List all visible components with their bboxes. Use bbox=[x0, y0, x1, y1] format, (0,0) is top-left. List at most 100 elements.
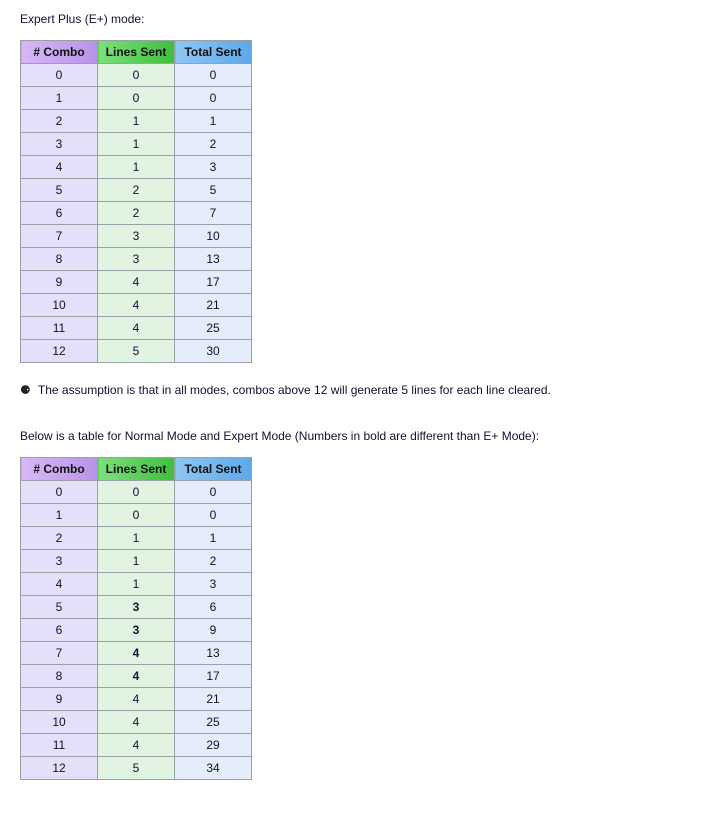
cell-total: 13 bbox=[175, 642, 252, 665]
cell-lines: 4 bbox=[98, 734, 175, 757]
cell-total: 1 bbox=[175, 527, 252, 550]
table-row: 7310 bbox=[21, 225, 252, 248]
cell-lines: 2 bbox=[98, 179, 175, 202]
table-row: 11425 bbox=[21, 317, 252, 340]
cell-total: 25 bbox=[175, 711, 252, 734]
table-row: 10421 bbox=[21, 294, 252, 317]
cell-lines: 0 bbox=[98, 504, 175, 527]
cell-combo: 11 bbox=[21, 734, 98, 757]
cell-lines: 1 bbox=[98, 527, 175, 550]
cell-total: 0 bbox=[175, 504, 252, 527]
spacer bbox=[20, 411, 700, 425]
cell-total: 0 bbox=[175, 481, 252, 504]
cell-lines: 5 bbox=[98, 757, 175, 780]
cell-combo: 7 bbox=[21, 225, 98, 248]
cell-total: 3 bbox=[175, 156, 252, 179]
cell-combo: 2 bbox=[21, 527, 98, 550]
cell-lines: 3 bbox=[98, 225, 175, 248]
cell-lines: 0 bbox=[98, 64, 175, 87]
cell-total: 0 bbox=[175, 64, 252, 87]
cell-total: 9 bbox=[175, 619, 252, 642]
cell-lines: 3 bbox=[98, 596, 175, 619]
cell-total: 34 bbox=[175, 757, 252, 780]
cell-total: 21 bbox=[175, 688, 252, 711]
cell-lines: 2 bbox=[98, 202, 175, 225]
table-row: 8417 bbox=[21, 665, 252, 688]
cell-lines: 3 bbox=[98, 619, 175, 642]
table-header-row: # Combo Lines Sent Total Sent bbox=[21, 458, 252, 481]
table-row: 9421 bbox=[21, 688, 252, 711]
table-row: 100 bbox=[21, 504, 252, 527]
cell-combo: 8 bbox=[21, 665, 98, 688]
cell-combo: 1 bbox=[21, 87, 98, 110]
cell-lines: 1 bbox=[98, 133, 175, 156]
table-row: 7413 bbox=[21, 642, 252, 665]
cell-total: 6 bbox=[175, 596, 252, 619]
cell-combo: 4 bbox=[21, 156, 98, 179]
table-row: 12530 bbox=[21, 340, 252, 363]
table-row: 211 bbox=[21, 527, 252, 550]
table-row: 100 bbox=[21, 87, 252, 110]
table-normal-expert: # Combo Lines Sent Total Sent 0001002113… bbox=[20, 457, 252, 780]
cell-total: 0 bbox=[175, 87, 252, 110]
cell-lines: 0 bbox=[98, 481, 175, 504]
note-bullet-icon: ⚈ bbox=[20, 381, 31, 399]
cell-total: 2 bbox=[175, 550, 252, 573]
cell-combo: 7 bbox=[21, 642, 98, 665]
table-row: 312 bbox=[21, 550, 252, 573]
cell-combo: 1 bbox=[21, 504, 98, 527]
cell-lines: 4 bbox=[98, 642, 175, 665]
col-header-lines: Lines Sent bbox=[98, 41, 175, 64]
cell-total: 30 bbox=[175, 340, 252, 363]
table-row: 8313 bbox=[21, 248, 252, 271]
col-header-combo: # Combo bbox=[21, 458, 98, 481]
cell-combo: 3 bbox=[21, 550, 98, 573]
table-row: 000 bbox=[21, 481, 252, 504]
cell-combo: 0 bbox=[21, 64, 98, 87]
cell-combo: 2 bbox=[21, 110, 98, 133]
cell-lines: 4 bbox=[98, 294, 175, 317]
cell-total: 21 bbox=[175, 294, 252, 317]
cell-total: 13 bbox=[175, 248, 252, 271]
cell-combo: 0 bbox=[21, 481, 98, 504]
cell-total: 5 bbox=[175, 179, 252, 202]
cell-total: 7 bbox=[175, 202, 252, 225]
cell-lines: 0 bbox=[98, 87, 175, 110]
cell-lines: 5 bbox=[98, 340, 175, 363]
table-header-row: # Combo Lines Sent Total Sent bbox=[21, 41, 252, 64]
table-body: 0001002113124135366397413841794211042511… bbox=[21, 481, 252, 780]
cell-total: 29 bbox=[175, 734, 252, 757]
cell-combo: 12 bbox=[21, 757, 98, 780]
cell-lines: 3 bbox=[98, 248, 175, 271]
cell-combo: 10 bbox=[21, 711, 98, 734]
cell-total: 17 bbox=[175, 271, 252, 294]
section-title-eplus: Expert Plus (E+) mode: bbox=[20, 10, 700, 28]
table-row: 9417 bbox=[21, 271, 252, 294]
table-row: 211 bbox=[21, 110, 252, 133]
table-row: 413 bbox=[21, 156, 252, 179]
col-header-combo: # Combo bbox=[21, 41, 98, 64]
col-header-total: Total Sent bbox=[175, 458, 252, 481]
cell-combo: 3 bbox=[21, 133, 98, 156]
table-row: 536 bbox=[21, 596, 252, 619]
cell-combo: 12 bbox=[21, 340, 98, 363]
cell-lines: 4 bbox=[98, 665, 175, 688]
cell-combo: 6 bbox=[21, 202, 98, 225]
section-title-normal-expert: Below is a table for Normal Mode and Exp… bbox=[20, 427, 700, 445]
table-row: 639 bbox=[21, 619, 252, 642]
cell-combo: 11 bbox=[21, 317, 98, 340]
cell-combo: 5 bbox=[21, 596, 98, 619]
table-row: 627 bbox=[21, 202, 252, 225]
cell-combo: 6 bbox=[21, 619, 98, 642]
note-text: The assumption is that in all modes, com… bbox=[38, 383, 551, 397]
table-row: 312 bbox=[21, 133, 252, 156]
cell-lines: 1 bbox=[98, 573, 175, 596]
cell-total: 1 bbox=[175, 110, 252, 133]
cell-combo: 10 bbox=[21, 294, 98, 317]
cell-total: 10 bbox=[175, 225, 252, 248]
table-row: 10425 bbox=[21, 711, 252, 734]
cell-combo: 4 bbox=[21, 573, 98, 596]
table-row: 11429 bbox=[21, 734, 252, 757]
cell-combo: 8 bbox=[21, 248, 98, 271]
page-body: Expert Plus (E+) mode: # Combo Lines Sen… bbox=[0, 0, 712, 822]
